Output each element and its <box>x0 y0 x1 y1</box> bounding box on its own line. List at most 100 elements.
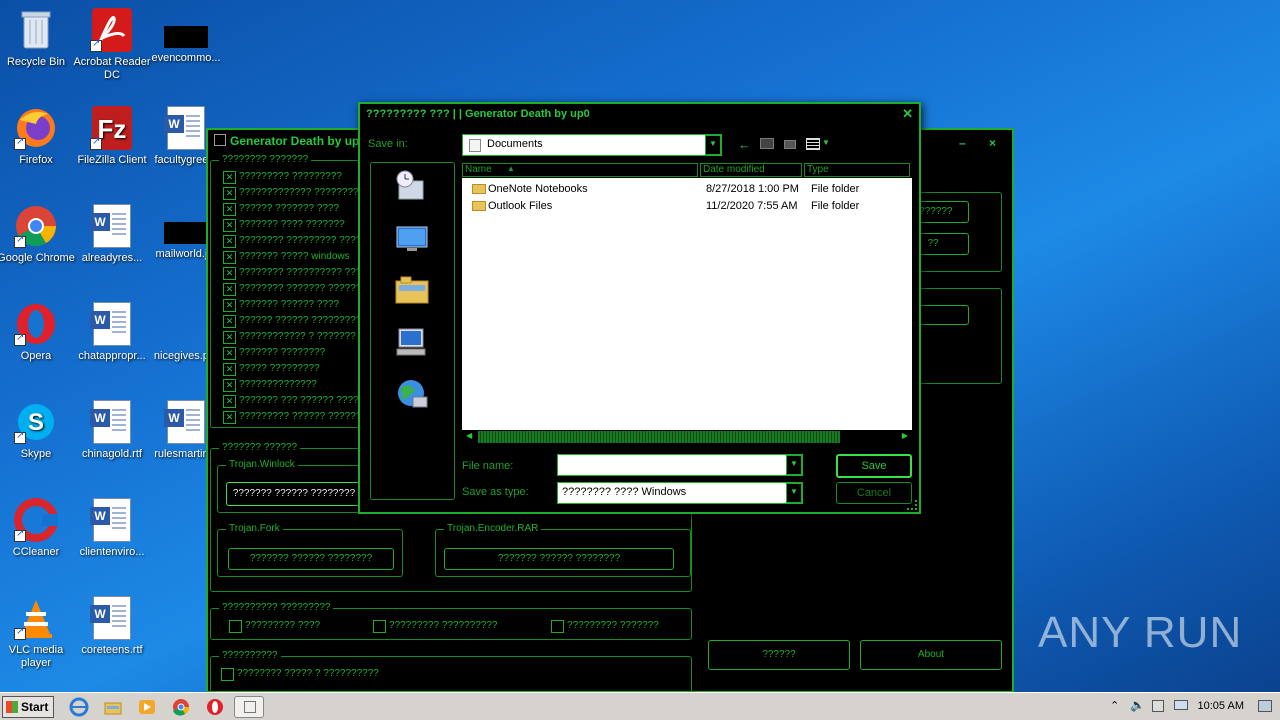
word-document-icon: W <box>90 302 131 346</box>
chevron-down-icon[interactable]: ▼ <box>786 483 802 503</box>
option-checkbox[interactable]: ???????? ????? ? ?????????? <box>221 668 379 681</box>
generate-button[interactable]: ?????? <box>708 640 850 670</box>
feature-checkbox[interactable]: ???????? ?????????? ???? <box>223 266 367 280</box>
libraries-icon[interactable] <box>393 273 431 307</box>
volume-icon[interactable]: 🔈 <box>1130 698 1145 712</box>
explorer-icon[interactable] <box>102 697 124 717</box>
taskbar: Start ⌃ 🔈 10:05 AM <box>0 692 1280 720</box>
desktop-place-icon[interactable] <box>393 221 431 255</box>
clock[interactable]: 10:05 AM <box>1198 700 1244 712</box>
word-document-icon: W <box>90 400 131 444</box>
tray-expand-icon[interactable]: ⌃ <box>1110 699 1119 712</box>
feature-checkbox[interactable]: ?????? ??????? ???? <box>223 202 339 216</box>
feature-checkbox[interactable]: ????????? ?????? ???????? <box>223 410 372 424</box>
feature-checkbox[interactable]: ??????? ???? ??????? <box>223 218 345 232</box>
desktop-icon-chinagold[interactable]: W chinagold.rtf <box>72 400 152 461</box>
desktop-icon-skype[interactable]: S Skype <box>0 400 76 461</box>
windows-logo-icon <box>6 701 18 713</box>
feature-checkbox[interactable]: ??????? ????? windows <box>223 250 350 264</box>
start-button[interactable]: Start <box>2 696 54 718</box>
desktop-icon-recycle-bin[interactable]: Recycle Bin <box>0 8 76 69</box>
desktop-icon-filezilla[interactable]: Fz FileZilla Client <box>72 106 152 167</box>
back-icon[interactable]: ← <box>738 137 751 152</box>
network-icon[interactable] <box>393 377 431 411</box>
word-document-icon: W <box>90 204 131 248</box>
fork-create-button[interactable]: ??????? ?????? ???????? <box>228 548 394 570</box>
feature-checkbox[interactable]: ?????? ?????? ?????????? <box>223 314 367 328</box>
desktop-icon-label: Skype <box>20 448 52 460</box>
about-button[interactable]: About <box>860 640 1002 670</box>
save-button[interactable]: Save <box>836 454 912 478</box>
feature-checkbox[interactable]: ???????????? ? ??????? <box>223 330 356 344</box>
winlock-create-button[interactable]: ??????? ?????? ???????? <box>226 482 362 506</box>
dialog-title-bar[interactable]: ????????? ??? | | Generator Death by up0… <box>360 104 919 126</box>
feature-checkbox[interactable]: ???????? ????????? ??????? <box>223 234 378 248</box>
desktop-icon-google-chrome[interactable]: Google Chrome <box>0 204 76 265</box>
feature-checkbox[interactable]: ????????? ????????? <box>223 170 342 184</box>
encoder-create-button[interactable]: ??????? ?????? ???????? <box>444 548 674 570</box>
file-date: 8/27/2018 1:00 PM <box>706 183 799 195</box>
desktop-icon-opera[interactable]: Opera <box>0 302 76 363</box>
desktop-icon-firefox[interactable]: Firefox <box>0 106 76 167</box>
file-row[interactable]: Outlook Files 11/2/2020 7:55 AM File fol… <box>468 198 908 214</box>
desktop-icon-vlc[interactable]: VLC media player <box>0 596 76 670</box>
desktop-icon-evencommo[interactable]: evencommo... <box>146 8 226 65</box>
cancel-button[interactable]: Cancel <box>836 482 912 504</box>
up-folder-icon[interactable] <box>760 138 774 149</box>
chevron-down-icon[interactable]: ▼ <box>786 455 802 475</box>
filezilla-icon: Fz <box>90 106 134 150</box>
desktop-icon-coreteens[interactable]: W coreteens.rtf <box>72 596 152 657</box>
ie-icon[interactable] <box>68 697 90 717</box>
option-checkbox[interactable]: ????????? ??????? <box>551 620 659 633</box>
desktop-icon-clientenviro[interactable]: W clientenviro... <box>72 498 152 559</box>
column-date[interactable]: Date modified <box>700 163 802 177</box>
feature-checkbox[interactable]: ??????? ???????? <box>223 346 325 360</box>
network-status-icon[interactable] <box>1174 700 1188 710</box>
feature-checkbox[interactable]: ????????????? ????????? <box>223 186 364 200</box>
show-desktop-icon[interactable] <box>1258 700 1272 712</box>
desktop-icon-label: Acrobat Reader DC <box>73 56 151 81</box>
scroll-left-icon[interactable]: ◀ <box>466 431 472 440</box>
desktop-icon-alreadyres[interactable]: W alreadyres... <box>72 204 152 265</box>
horizontal-scrollbar[interactable]: ◀ ▶ <box>462 430 912 444</box>
dialog-title: ????????? ??? | | Generator Death by up0 <box>366 108 590 120</box>
feature-checkbox[interactable]: ?????????????? <box>223 378 317 392</box>
feature-checkbox[interactable]: ??????? ?????? ???? <box>223 298 339 312</box>
recent-places-icon[interactable] <box>393 169 431 203</box>
group-label: ???????? ??????? <box>219 154 312 165</box>
computer-icon[interactable] <box>393 325 431 359</box>
action-center-icon[interactable] <box>1152 700 1164 712</box>
chrome-taskbar-icon[interactable] <box>170 697 192 717</box>
system-tray: ⌃ 🔈 10:05 AM <box>1100 693 1280 720</box>
generator-taskbar-button[interactable] <box>234 696 264 718</box>
file-row[interactable]: OneNote Notebooks 8/27/2018 1:00 PM File… <box>468 181 908 197</box>
view-chevron-down-icon[interactable]: ▼ <box>822 138 830 147</box>
resize-grip[interactable] <box>907 500 917 510</box>
chevron-down-icon[interactable]: ▼ <box>705 135 721 155</box>
view-menu-icon[interactable] <box>806 138 820 150</box>
desktop-icon-label: Google Chrome <box>0 252 75 264</box>
window-controls[interactable]: – × <box>959 132 1006 154</box>
desktop-icon-label: clientenviro... <box>79 546 145 558</box>
close-icon[interactable]: ✕ <box>902 104 913 124</box>
desktop-icon-acrobat[interactable]: Acrobat Reader DC <box>72 8 152 82</box>
media-player-icon[interactable] <box>136 697 158 717</box>
option-checkbox[interactable]: ????????? ?????????? <box>373 620 497 633</box>
new-folder-icon[interactable] <box>784 140 796 149</box>
word-document-icon: W <box>164 400 205 444</box>
feature-checkbox[interactable]: ????? ????????? <box>223 362 320 376</box>
scroll-thumb[interactable] <box>478 431 840 443</box>
save-in-combo[interactable]: Documents ▼ <box>462 134 722 156</box>
column-type[interactable]: Type <box>804 163 910 177</box>
opera-taskbar-icon[interactable] <box>204 697 226 717</box>
feature-checkbox[interactable]: ??????? ??? ?????? ???? <box>223 394 359 408</box>
file-list[interactable]: Name ▲ Date modified Type OneNote Noteboo… <box>462 162 912 430</box>
scroll-right-icon[interactable]: ▶ <box>902 431 908 440</box>
file-name-input[interactable]: ▼ <box>557 454 803 476</box>
desktop-icon-ccleaner[interactable]: CCleaner <box>0 498 76 559</box>
save-type-select[interactable]: ???????? ???? Windows ▼ <box>557 482 803 504</box>
desktop-icon-chatappropr[interactable]: W chatappropr... <box>72 302 152 363</box>
save-dialog[interactable]: ????????? ??? | | Generator Death by up0… <box>358 102 921 514</box>
column-name[interactable]: Name ▲ <box>462 163 698 177</box>
option-checkbox[interactable]: ????????? ???? <box>229 620 320 633</box>
